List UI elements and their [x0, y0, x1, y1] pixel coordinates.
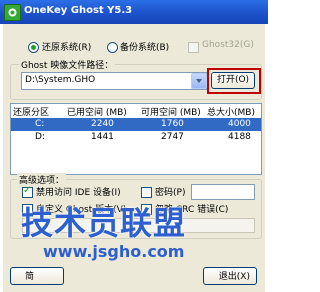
app-icon	[4, 4, 21, 21]
partition-free: 2747	[161, 132, 184, 142]
col-header-total[interactable]: 总大小(MB)	[207, 105, 255, 118]
site-watermark: 技术员联盟 www.jsgho.com	[21, 198, 251, 262]
password-label[interactable]: 密码(P)	[155, 185, 185, 198]
col-header-partition[interactable]: 还原分区	[13, 105, 49, 118]
title-bar: OneKey Ghost Y5.3	[0, 0, 268, 24]
col-header-used[interactable]: 已用空间 (MB)	[67, 105, 127, 118]
watermark-text: 技术员联盟	[21, 204, 187, 242]
open-button[interactable]: 打开(O)	[211, 72, 255, 89]
ghost32-label[interactable]: Ghost32(G)	[202, 40, 254, 50]
partition-row[interactable]: C: 2240 1760 4000	[11, 118, 261, 131]
exit-button[interactable]: 退出(X)	[203, 267, 257, 285]
partition-used: 2240	[91, 119, 114, 129]
backup-radio[interactable]	[107, 42, 118, 53]
partition-total: 4000	[228, 119, 251, 129]
partition-drive: D:	[35, 132, 45, 142]
dropdown-arrow-icon[interactable]	[191, 73, 207, 89]
image-path-group-title: Ghost 映像文件路径：	[19, 58, 116, 71]
backup-label[interactable]: 备份系统(B)	[120, 40, 169, 53]
watermark-url: www.jsgho.com	[43, 242, 185, 261]
col-header-free[interactable]: 可用空间 (MB)	[141, 105, 201, 118]
restore-radio[interactable]	[28, 42, 39, 53]
ghost32-checkbox[interactable]	[188, 42, 199, 53]
partition-drive: C:	[35, 119, 45, 129]
simple-mode-button[interactable]: 简	[10, 267, 64, 285]
disable-ide-checkbox[interactable]	[22, 185, 33, 198]
password-checkbox[interactable]	[141, 187, 152, 198]
image-path-value: D:\System.GHO	[25, 75, 96, 85]
restore-label[interactable]: 还原系统(R)	[42, 40, 91, 53]
partition-list[interactable]: 还原分区 已用空间 (MB) 可用空间 (MB) 总大小(MB) C: 2240…	[10, 103, 262, 175]
disable-ide-label[interactable]: 禁用访问 IDE 设备(I)	[36, 185, 121, 198]
partition-used: 1441	[91, 132, 114, 142]
partition-row[interactable]: D: 1441 2747 4188	[11, 131, 261, 144]
partition-total: 4188	[228, 132, 251, 142]
window-title: OneKey Ghost Y5.3	[24, 5, 133, 16]
partition-free: 1760	[161, 119, 184, 129]
image-path-combobox[interactable]: D:\System.GHO	[21, 72, 207, 90]
